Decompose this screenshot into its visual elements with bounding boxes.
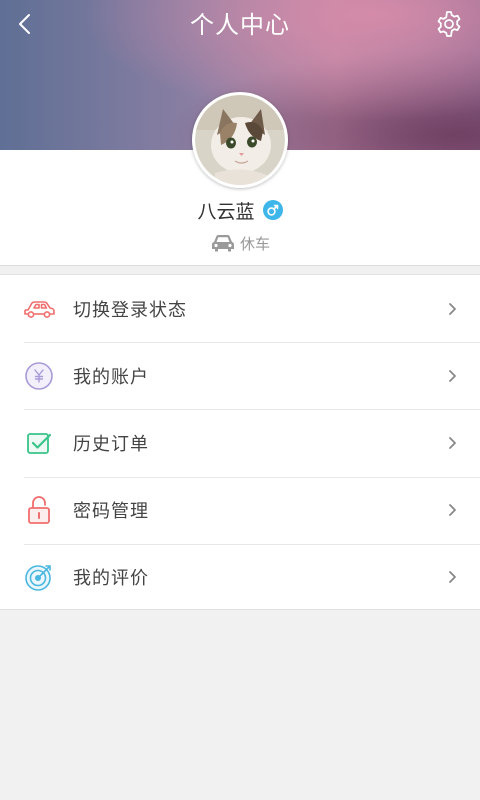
target-icon bbox=[22, 560, 56, 594]
chevron-right-icon bbox=[449, 504, 456, 517]
username-row: 八云蓝 bbox=[0, 198, 480, 223]
menu-item-switch-login-status[interactable]: 切换登录状态 bbox=[0, 275, 480, 342]
menu-item-label: 历史订单 bbox=[73, 433, 149, 455]
chevron-right-icon bbox=[449, 369, 456, 382]
menu-item-label: 密码管理 bbox=[73, 501, 149, 523]
menu-item-label: 我的评价 bbox=[73, 568, 149, 590]
menu-item-my-account[interactable]: 我的账户 bbox=[0, 342, 480, 409]
status-text: 休车 bbox=[239, 234, 270, 253]
yen-coin-icon bbox=[22, 359, 56, 393]
cat-avatar-image bbox=[195, 95, 285, 185]
driver-status: 休车 bbox=[0, 230, 480, 256]
menu-item-label: 切换登录状态 bbox=[73, 299, 187, 321]
menu-item-password-management[interactable]: 密码管理 bbox=[0, 476, 480, 544]
gear-icon bbox=[437, 11, 461, 37]
menu-item-order-history[interactable]: 历史订单 bbox=[0, 409, 480, 476]
chevron-right-icon bbox=[449, 437, 456, 449]
lock-icon bbox=[22, 493, 56, 527]
car-icon bbox=[211, 235, 234, 252]
male-icon bbox=[262, 200, 283, 220]
car-outline-icon bbox=[22, 292, 56, 326]
checkbox-icon bbox=[22, 426, 56, 460]
menu-list: 切换登录状态 我的账户 历史订单 密码管理 我的评价 bbox=[0, 274, 480, 610]
chevron-right-icon bbox=[449, 302, 456, 315]
menu-item-my-reviews[interactable]: 我的评价 bbox=[0, 543, 480, 611]
page-title: 个人中心 bbox=[190, 11, 290, 39]
settings-button[interactable] bbox=[434, 9, 464, 39]
avatar[interactable] bbox=[192, 92, 288, 188]
username: 八云蓝 bbox=[197, 200, 255, 223]
menu-item-label: 我的账户 bbox=[73, 366, 149, 388]
chevron-right-icon bbox=[449, 571, 456, 584]
